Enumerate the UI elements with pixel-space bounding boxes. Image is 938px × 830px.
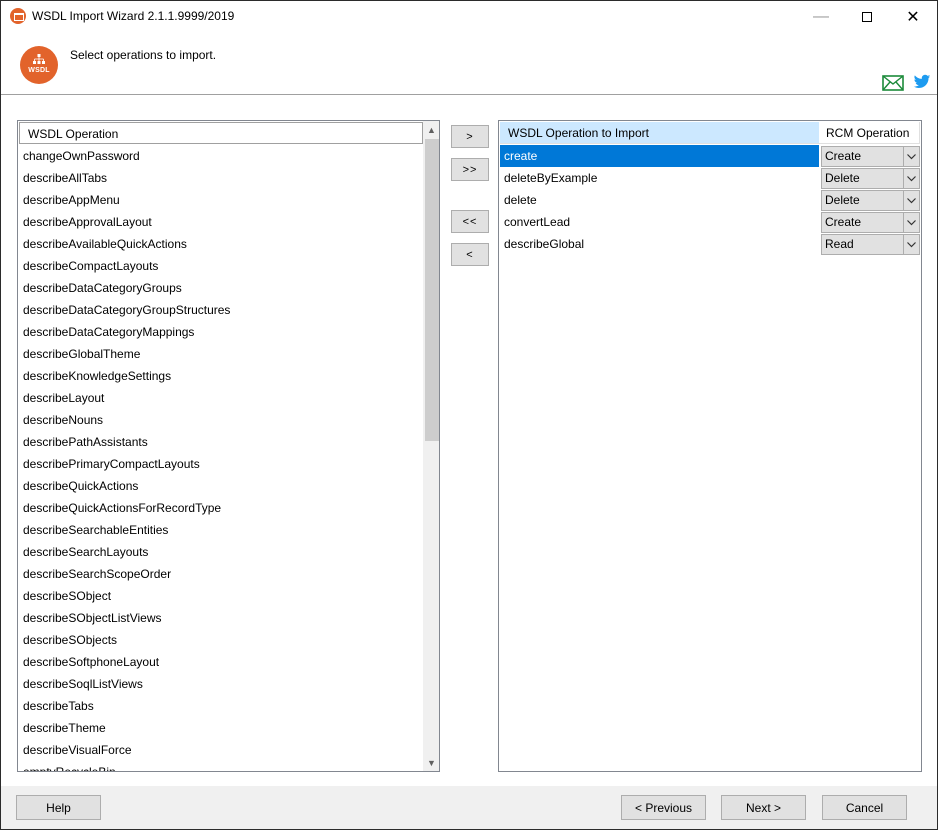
table-row[interactable]: deleteByExample Delete: [500, 167, 920, 189]
list-item[interactable]: describeTabs: [18, 695, 422, 717]
list-item[interactable]: describeSObjects: [18, 629, 422, 651]
list-item[interactable]: describePathAssistants: [18, 431, 422, 453]
list-item[interactable]: describeSObject: [18, 585, 422, 607]
list-item[interactable]: describeNouns: [18, 409, 422, 431]
list-item[interactable]: describeDataCategoryGroups: [18, 277, 422, 299]
list-item[interactable]: emptyRecycleBin: [18, 761, 422, 771]
list-item[interactable]: describeAllTabs: [18, 167, 422, 189]
chevron-down-icon[interactable]: [903, 191, 919, 210]
operation-name[interactable]: delete: [500, 189, 819, 211]
list-item[interactable]: describeApprovalLayout: [18, 211, 422, 233]
list-item[interactable]: describeCompactLayouts: [18, 255, 422, 277]
chevron-down-icon[interactable]: [903, 235, 919, 254]
title-bar: WSDL Import Wizard 2.1.1.9999/2019 — ✕: [1, 1, 937, 32]
list-item[interactable]: describeAppMenu: [18, 189, 422, 211]
vertical-scrollbar[interactable]: ▲ ▼: [423, 121, 439, 771]
wsdl-logo: WSDL: [20, 46, 58, 84]
rcm-operation-select[interactable]: Read: [821, 234, 920, 255]
wizard-header: WSDL Select operations to import.: [1, 32, 937, 95]
rcm-operation-value: Create: [825, 215, 862, 229]
maximize-button[interactable]: [844, 1, 890, 32]
scroll-thumb[interactable]: [425, 139, 439, 441]
app-icon: [10, 8, 26, 24]
chevron-down-icon[interactable]: [903, 147, 919, 166]
operation-name[interactable]: create: [500, 145, 819, 167]
add-all-button[interactable]: >>: [451, 158, 489, 181]
operations-to-import-rows: create Create deleteByExample Delete delete D…: [500, 145, 920, 255]
rcm-operation-value: Create: [825, 149, 862, 163]
list-item[interactable]: describeTheme: [18, 717, 422, 739]
list-item[interactable]: describeGlobalTheme: [18, 343, 422, 365]
list-item[interactable]: describeKnowledgeSettings: [18, 365, 422, 387]
list-item[interactable]: describeLayout: [18, 387, 422, 409]
list-item[interactable]: describeQuickActionsForRecordType: [18, 497, 422, 519]
operations-to-import-list[interactable]: WSDL Operation to Import RCM Operation c…: [498, 120, 922, 772]
list-item[interactable]: describePrimaryCompactLayouts: [18, 453, 422, 475]
hierarchy-icon: [33, 54, 45, 64]
rcm-operation-value: Delete: [825, 171, 860, 185]
rcm-operation-column-header[interactable]: RCM Operation: [819, 122, 920, 144]
scroll-up-icon[interactable]: ▲: [423, 121, 439, 138]
wsdl-operation-column-header[interactable]: WSDL Operation: [19, 122, 423, 144]
window-title: WSDL Import Wizard 2.1.1.9999/2019: [32, 9, 235, 23]
list-item[interactable]: changeOwnPassword: [18, 145, 422, 167]
twitter-icon[interactable]: [913, 74, 931, 90]
operation-name[interactable]: deleteByExample: [500, 167, 819, 189]
remove-button[interactable]: <: [451, 243, 489, 266]
scroll-down-icon[interactable]: ▼: [423, 754, 439, 771]
rcm-operation-select[interactable]: Create: [821, 212, 920, 233]
list-item[interactable]: describeDataCategoryGroupStructures: [18, 299, 422, 321]
wizard-footer: Help < Previous Next > Cancel: [1, 786, 937, 829]
chevron-down-icon[interactable]: [903, 213, 919, 232]
table-row[interactable]: create Create: [500, 145, 920, 167]
list-item[interactable]: describeDataCategoryMappings: [18, 321, 422, 343]
close-icon: ✕: [906, 8, 920, 26]
wsdl-operation-list[interactable]: WSDL Operation changeOwnPassword describe…: [17, 120, 440, 772]
add-button[interactable]: >: [451, 125, 489, 148]
rcm-operation-value: Delete: [825, 193, 860, 207]
minimize-icon: —: [813, 7, 829, 25]
close-button[interactable]: ✕: [890, 1, 936, 32]
rcm-operation-select[interactable]: Create: [821, 146, 920, 167]
wizard-window: WSDL Import Wizard 2.1.1.9999/2019 — ✕ W…: [1, 1, 937, 829]
operation-name[interactable]: describeGlobal: [500, 233, 819, 255]
previous-button[interactable]: < Previous: [621, 795, 706, 820]
list-item[interactable]: describeSoftphoneLayout: [18, 651, 422, 673]
list-item[interactable]: describeSoqlListViews: [18, 673, 422, 695]
rcm-operation-select[interactable]: Delete: [821, 168, 920, 189]
remove-all-button[interactable]: <<: [451, 210, 489, 233]
list-item[interactable]: describeSearchScopeOrder: [18, 563, 422, 585]
rcm-operation-select[interactable]: Delete: [821, 190, 920, 211]
chevron-down-icon[interactable]: [903, 169, 919, 188]
operation-to-import-column-header[interactable]: WSDL Operation to Import: [500, 122, 819, 144]
help-button[interactable]: Help: [16, 795, 101, 820]
wsdl-operation-rows: changeOwnPassword describeAllTabs describe…: [18, 145, 422, 771]
logo-text: WSDL: [28, 67, 50, 74]
mail-icon[interactable]: [882, 75, 904, 91]
next-button[interactable]: Next >: [721, 795, 806, 820]
operation-name[interactable]: convertLead: [500, 211, 819, 233]
cancel-button[interactable]: Cancel: [822, 795, 907, 820]
table-row[interactable]: describeGlobal Read: [500, 233, 920, 255]
instruction-text: Select operations to import.: [70, 48, 217, 62]
list-item[interactable]: describeVisualForce: [18, 739, 422, 761]
table-row[interactable]: delete Delete: [500, 189, 920, 211]
header-separator: [1, 94, 937, 95]
rcm-operation-value: Read: [825, 237, 854, 251]
list-item[interactable]: describeSObjectListViews: [18, 607, 422, 629]
list-item[interactable]: describeSearchLayouts: [18, 541, 422, 563]
maximize-icon: [862, 11, 872, 22]
minimize-button[interactable]: —: [798, 1, 844, 32]
table-row[interactable]: convertLead Create: [500, 211, 920, 233]
list-item[interactable]: describeSearchableEntities: [18, 519, 422, 541]
list-item[interactable]: describeAvailableQuickActions: [18, 233, 422, 255]
list-item[interactable]: describeQuickActions: [18, 475, 422, 497]
